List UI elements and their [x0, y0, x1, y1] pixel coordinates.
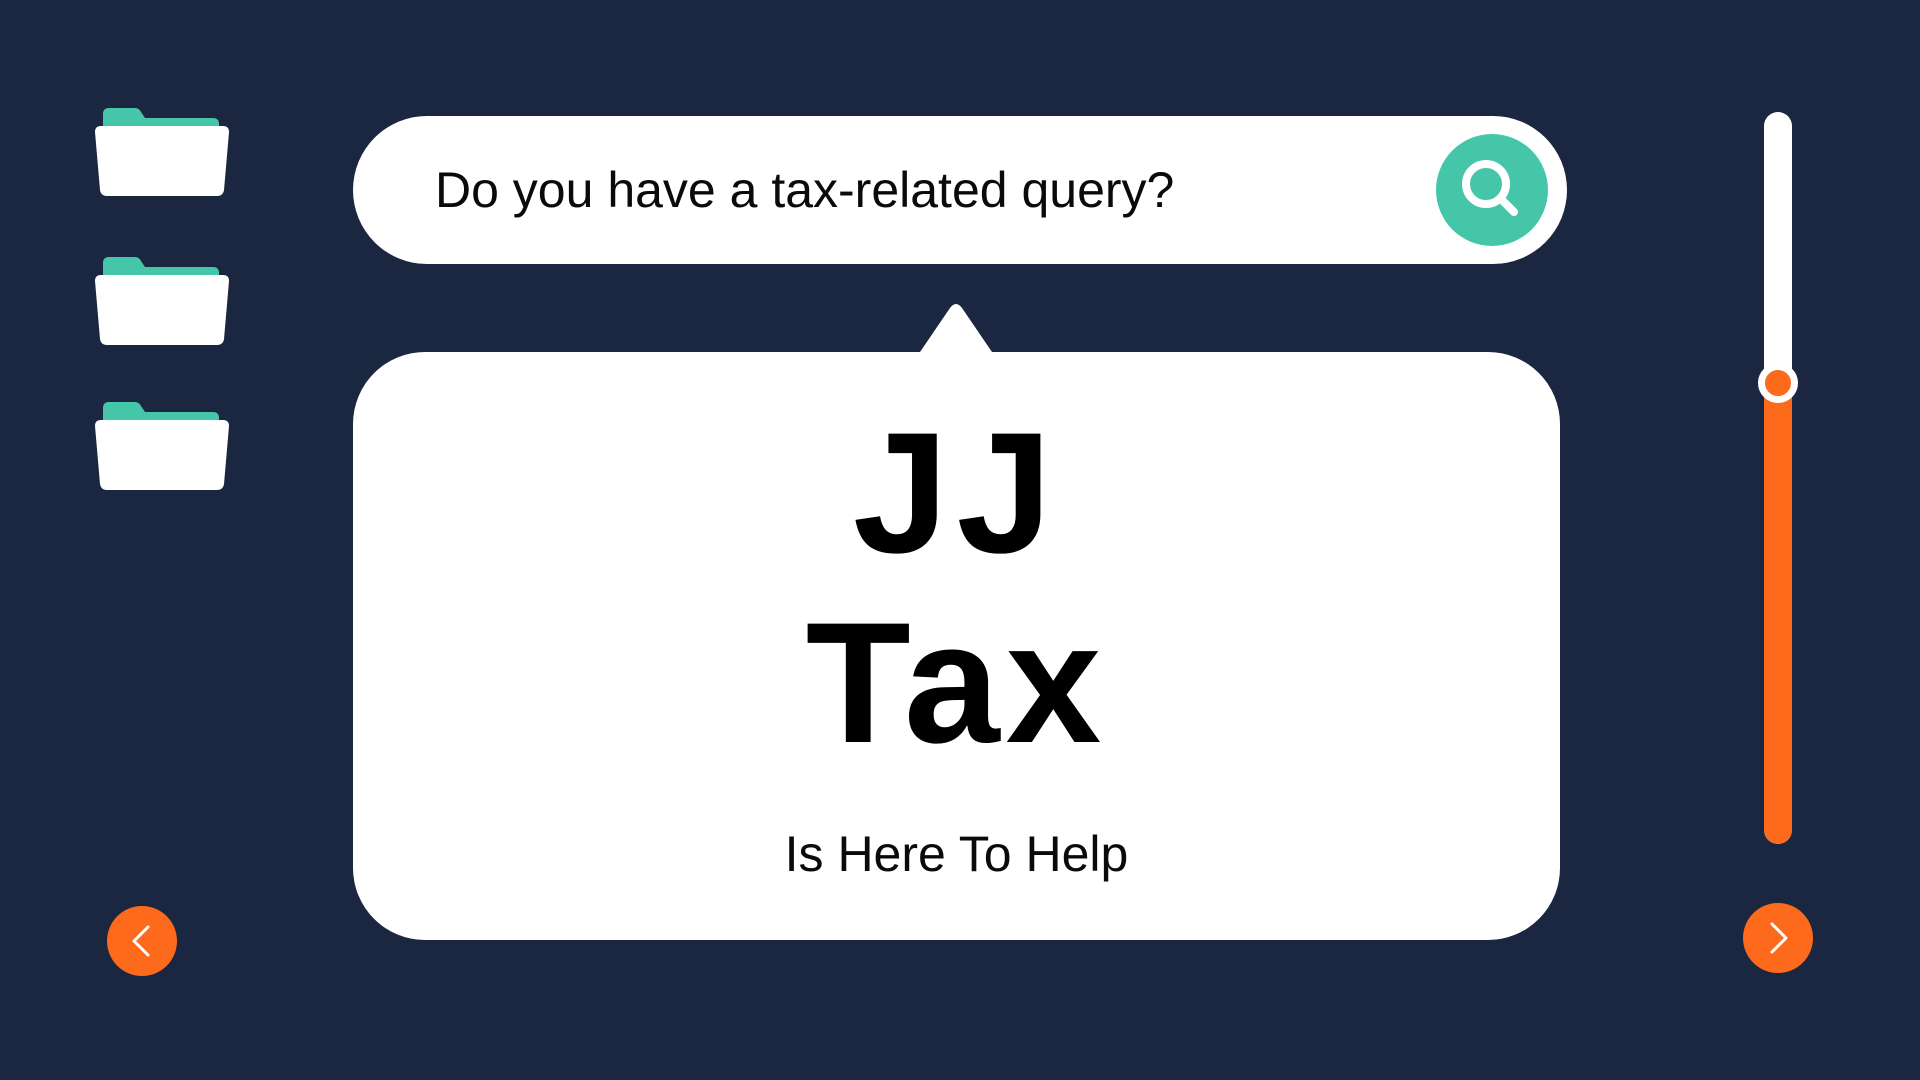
previous-button[interactable]	[107, 906, 177, 976]
search-button[interactable]	[1436, 134, 1548, 246]
folder-icon[interactable]	[93, 106, 231, 198]
folder-icon[interactable]	[93, 400, 231, 492]
vertical-slider-fill	[1764, 383, 1792, 844]
chevron-left-icon	[132, 925, 150, 957]
vertical-slider-track[interactable]	[1764, 112, 1792, 844]
brand-name-tax: Tax	[805, 587, 1108, 779]
tagline: Is Here To Help	[784, 826, 1129, 882]
vertical-slider-thumb[interactable]	[1758, 363, 1798, 403]
slide-canvas: Do you have a tax-related query? JJ Tax …	[0, 0, 1920, 1080]
search-bar[interactable]: Do you have a tax-related query?	[353, 116, 1567, 264]
chevron-right-icon	[1770, 922, 1788, 954]
brand-name: JJ	[852, 397, 1061, 589]
search-query-text[interactable]: Do you have a tax-related query?	[435, 160, 1174, 220]
bubble-pointer	[900, 288, 1012, 358]
next-button[interactable]	[1743, 903, 1813, 973]
speech-bubble: JJ Tax Is Here To Help	[353, 352, 1560, 940]
search-icon	[1462, 160, 1518, 216]
folder-icon[interactable]	[93, 255, 231, 347]
